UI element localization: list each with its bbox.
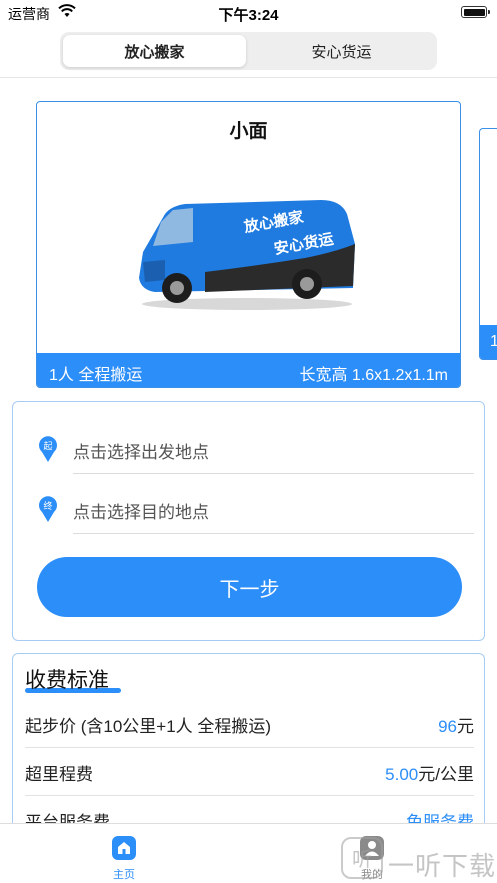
end-location-placeholder: 点击选择目的地点	[73, 503, 209, 522]
vehicle-info-bar: 1人 全程搬运 长宽高 1.6x1.2x1.1m	[37, 353, 460, 387]
address-card: 起 点击选择出发地点 终 点击选择目的地点 下一步	[12, 401, 485, 641]
next-step-button[interactable]: 下一步	[37, 557, 462, 617]
fee-row-base: 起步价 (含10公里+1人 全程搬运) 96元	[25, 700, 474, 748]
svg-text:起: 起	[43, 441, 52, 452]
end-divider	[73, 533, 474, 534]
fee-value: 5.00元/公里	[385, 760, 474, 785]
vehicle-service: 1人 全程搬运	[49, 367, 143, 384]
svg-text:听: 听	[352, 847, 372, 871]
end-pin-icon: 终	[39, 496, 57, 522]
vehicle-dimensions: 长宽高 1.6x1.2x1.1m	[299, 367, 448, 384]
van-image: 放心搬家 安心货运	[139, 200, 355, 310]
fee-row-overmileage: 超里程费 5.00元/公里	[25, 748, 474, 796]
tab-home[interactable]: 主页	[94, 834, 154, 882]
start-location-row[interactable]: 起 点击选择出发地点	[37, 426, 474, 474]
clock-time: 下午3:24	[218, 7, 279, 24]
end-location-row[interactable]: 终 点击选择目的地点	[37, 486, 474, 534]
svg-text:终: 终	[43, 500, 52, 512]
tab-home-label: 主页	[113, 869, 135, 881]
service-segmented-control: 放心搬家 安心货运	[60, 32, 437, 70]
fee-value: 96元	[438, 712, 474, 737]
start-location-placeholder: 点击选择出发地点	[73, 443, 209, 462]
status-bar: 运营商 下午3:24	[0, 0, 497, 26]
next-vehicle-card[interactable]: 1	[479, 128, 497, 360]
vehicle-name: 小面	[229, 121, 268, 142]
vehicle-card[interactable]: 小面 放心搬家 安心货运 1人 全程搬运 长宽高 1.6x1.2x1.1m	[36, 101, 461, 388]
fee-title: 收费标准	[25, 669, 109, 692]
battery-icon	[461, 6, 490, 18]
start-divider	[73, 473, 474, 474]
segment-freight[interactable]: 安心货运	[250, 35, 433, 67]
header-divider	[0, 77, 497, 78]
fee-unit: 元/公里	[418, 765, 474, 784]
fee-label: 起步价 (含10公里+1人 全程搬运)	[25, 717, 272, 736]
fee-number: 96	[438, 717, 457, 736]
segment-moving[interactable]: 放心搬家	[63, 35, 246, 67]
start-pin-icon: 起	[39, 436, 57, 462]
fee-unit: 元	[457, 717, 474, 736]
watermark-text: 一听下载	[388, 851, 497, 881]
fee-number: 5.00	[385, 765, 419, 784]
home-icon	[112, 836, 136, 860]
next-vehicle-bar: 1	[480, 325, 497, 359]
fee-label: 超里程费	[25, 765, 93, 784]
